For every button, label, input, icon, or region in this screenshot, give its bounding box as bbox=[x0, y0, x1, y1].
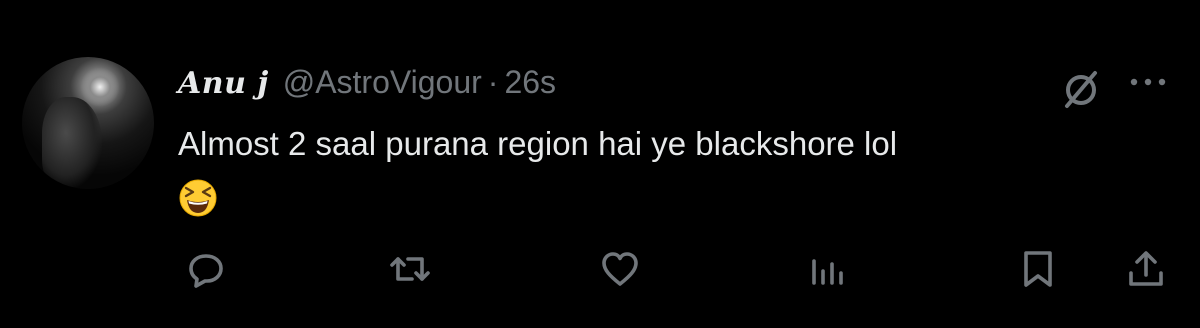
author-name[interactable]: Anu j bbox=[178, 66, 269, 101]
tweet-header: Anu j @AstroVigour · 26s bbox=[178, 64, 556, 104]
reply-icon[interactable] bbox=[184, 247, 228, 291]
like-icon[interactable] bbox=[598, 247, 642, 291]
separator: · bbox=[487, 64, 499, 100]
avatar[interactable] bbox=[22, 57, 154, 189]
avatar-shape bbox=[42, 97, 102, 187]
tweet[interactable]: Anu j @AstroVigour · 26s Almost 2 saal p… bbox=[0, 0, 1200, 328]
author-handle[interactable]: @AstroVigour bbox=[283, 64, 482, 101]
views-icon[interactable] bbox=[806, 247, 850, 291]
share-icon[interactable] bbox=[1124, 247, 1168, 291]
tweet-text: Almost 2 saal purana region hai ye black… bbox=[178, 125, 898, 162]
more-icon[interactable] bbox=[1126, 72, 1170, 92]
grok-icon[interactable] bbox=[1058, 66, 1104, 112]
timestamp[interactable]: 26s bbox=[504, 64, 556, 101]
bookmark-icon[interactable] bbox=[1016, 247, 1060, 291]
retweet-icon[interactable] bbox=[388, 247, 432, 291]
laughing-emoji bbox=[178, 178, 218, 218]
avatar-light bbox=[80, 67, 120, 107]
